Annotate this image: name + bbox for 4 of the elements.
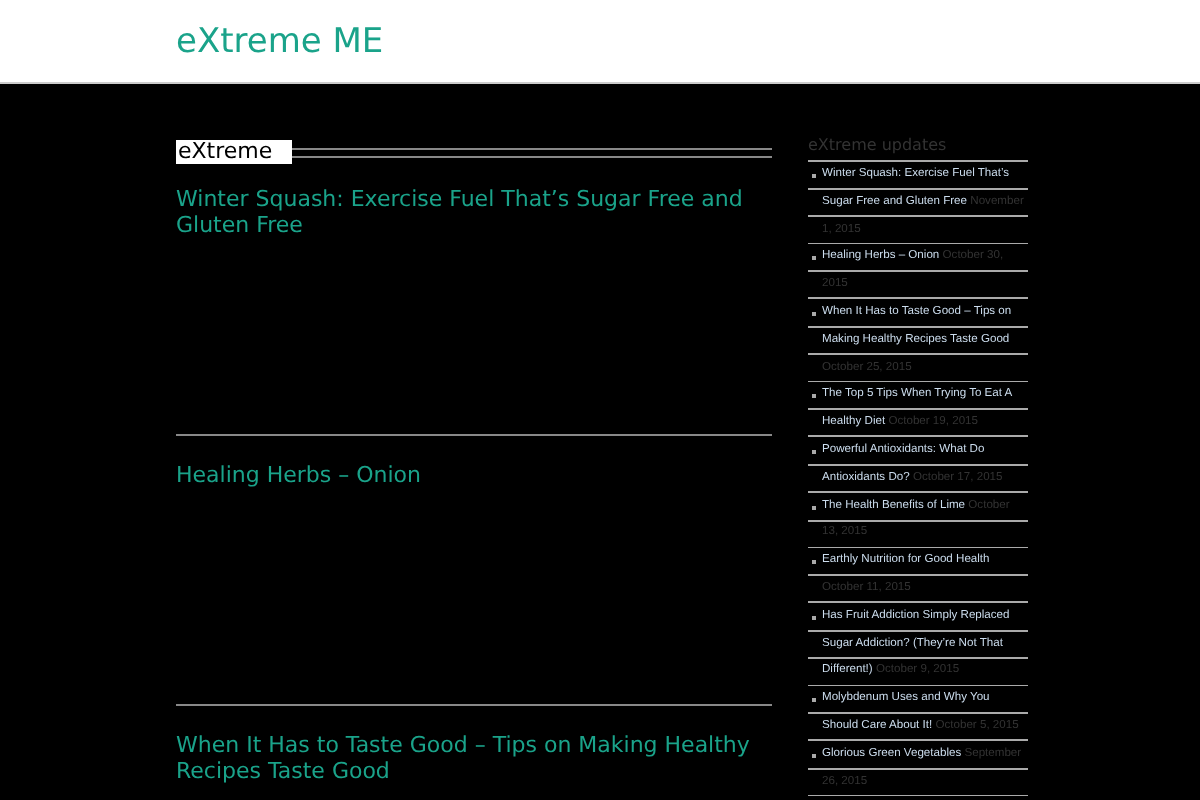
post-title-link[interactable]: When It Has to Taste Good – Tips on Making Healthy Recipes Taste Good [176, 732, 772, 784]
post-title-link[interactable]: Winter Squash: Exercise Fuel That’s Sugar Free and Gluten Free [176, 186, 772, 238]
post-title-link[interactable]: Healing Herbs – Onion [176, 462, 772, 488]
section-heading: eXtreme [176, 140, 293, 164]
